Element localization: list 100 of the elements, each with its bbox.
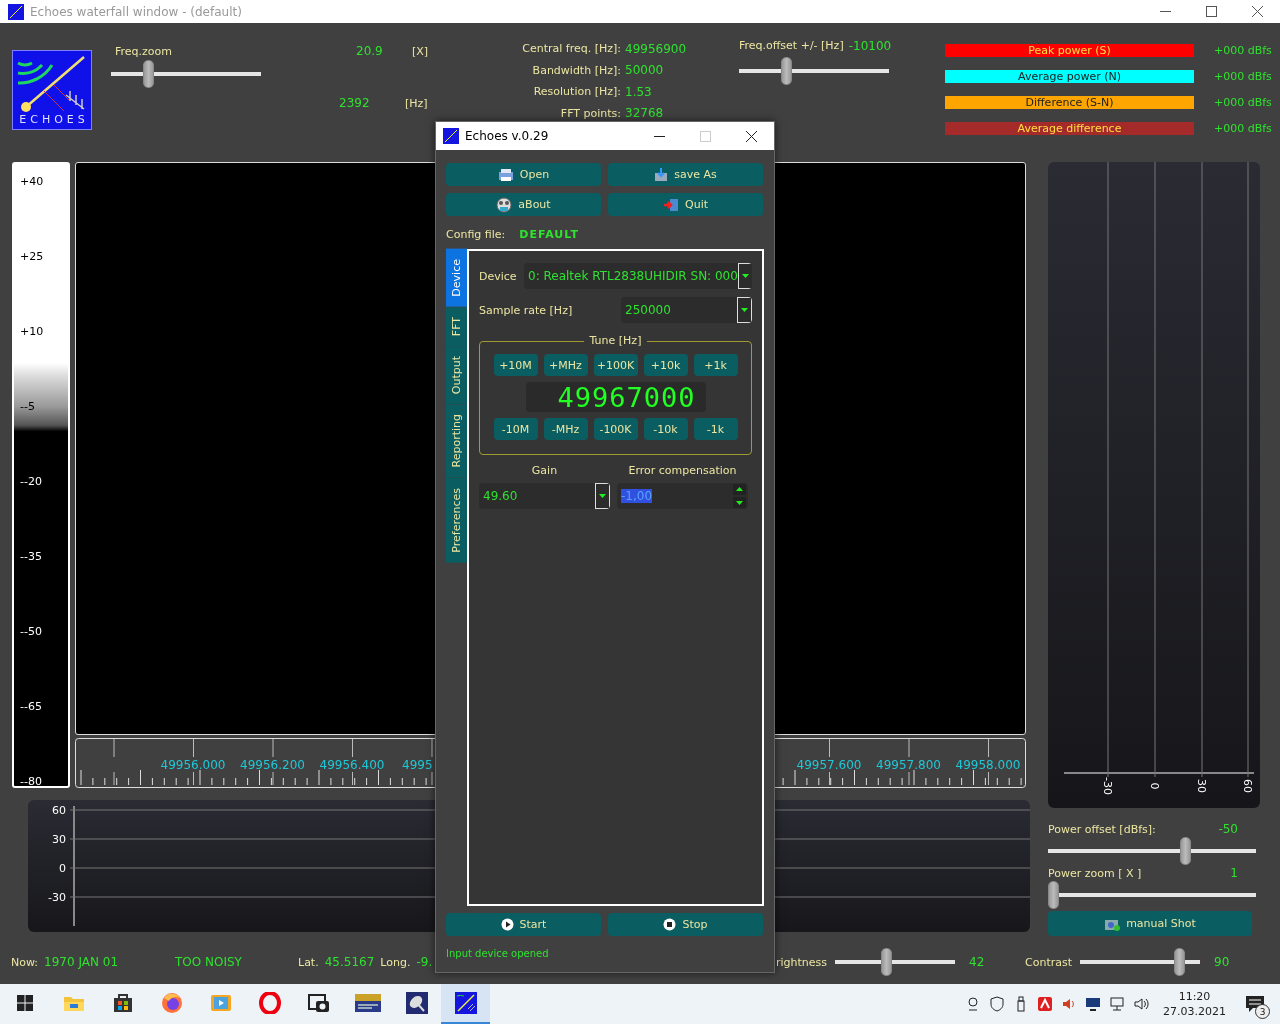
clock-date: 27.03.2021 bbox=[1163, 1004, 1226, 1019]
printer-icon bbox=[497, 167, 514, 182]
tune-down-button[interactable]: -MHz bbox=[543, 418, 588, 440]
power-offset-label: Power offset [dBfs]: bbox=[1048, 822, 1156, 836]
power-zoom-label: Power zoom [ X ] bbox=[1048, 866, 1142, 880]
dropdown-icon bbox=[741, 308, 748, 312]
run-button[interactable]: Stop bbox=[608, 913, 763, 936]
settings-tab[interactable]: FFT bbox=[446, 306, 467, 346]
legend-bar: Average difference bbox=[945, 122, 1194, 135]
now-value: 1970 JAN 01 bbox=[44, 955, 118, 969]
tune-down-button[interactable]: -10M bbox=[493, 418, 538, 440]
axis-label: 49957.600 bbox=[796, 758, 862, 772]
scale-label: --80 bbox=[20, 774, 43, 790]
satellite-dish-icon bbox=[405, 992, 428, 1014]
dialog-button[interactable]: Open bbox=[446, 163, 601, 186]
axis-label: 60 bbox=[1241, 779, 1254, 793]
volume-icon[interactable] bbox=[1133, 996, 1149, 1012]
tune-up-button[interactable]: +1k bbox=[693, 354, 738, 376]
device-label: Device bbox=[479, 269, 517, 283]
tune-up-button[interactable]: +10k bbox=[643, 354, 688, 376]
power-offset-value: -50 bbox=[1218, 822, 1238, 836]
settings-tab[interactable]: Preferences bbox=[446, 477, 467, 563]
play-icon bbox=[500, 918, 514, 931]
spin-up-icon[interactable] bbox=[733, 484, 746, 495]
axis-label: 49958.000 bbox=[955, 758, 1021, 772]
contrast-slider-thumb[interactable] bbox=[1173, 948, 1185, 976]
network-icon[interactable] bbox=[1109, 996, 1125, 1012]
freq-offset-slider-thumb[interactable] bbox=[780, 57, 792, 85]
run-button[interactable]: Start bbox=[446, 913, 601, 936]
taskbar-app[interactable] bbox=[441, 984, 490, 1024]
freq-offset-label: Freq.offset +/- [Hz] bbox=[739, 39, 844, 53]
download-icon bbox=[654, 167, 669, 182]
dialog-status: Input device opened bbox=[446, 948, 550, 959]
brightness-slider-thumb[interactable] bbox=[880, 948, 892, 976]
close-icon[interactable] bbox=[1252, 6, 1263, 17]
scale-label: --20 bbox=[20, 474, 43, 490]
config-file-label: Config file: bbox=[446, 227, 506, 241]
error-compensation-label: Error compensation bbox=[627, 464, 738, 477]
shield-icon[interactable] bbox=[989, 996, 1005, 1012]
freq-zoom-slider-thumb[interactable] bbox=[142, 60, 154, 88]
tune-up-button[interactable]: +MHz bbox=[543, 354, 588, 376]
tune-down-button[interactable]: -100K bbox=[593, 418, 638, 440]
info-value: 32768 bbox=[625, 106, 665, 121]
settings-tab[interactable]: Output bbox=[446, 345, 467, 405]
shopping-bag-icon bbox=[112, 993, 133, 1013]
axis-label: 49956.400 bbox=[319, 758, 385, 772]
tune-down-button[interactable]: -1k bbox=[693, 418, 738, 440]
hz-unit: [Hz] bbox=[405, 96, 429, 110]
legend-value: +000 dBfs bbox=[1214, 96, 1272, 109]
y-axis-label: -30 bbox=[48, 891, 66, 904]
camera-icon bbox=[307, 993, 330, 1013]
settings-tab[interactable]: Device bbox=[446, 249, 467, 307]
windows-icon bbox=[16, 995, 33, 1011]
noise-status: TOO NOISY bbox=[175, 955, 242, 969]
dropdown-icon bbox=[741, 274, 749, 278]
freq-zoom-label: Freq.zoom bbox=[114, 44, 173, 58]
echoes-app-icon bbox=[454, 992, 477, 1014]
axis-label: 49956.200 bbox=[240, 758, 305, 772]
legend-value: +000 dBfs bbox=[1214, 44, 1272, 57]
webcam-icon[interactable] bbox=[965, 996, 981, 1012]
spin-down-icon[interactable] bbox=[733, 497, 746, 508]
dialog-button[interactable]: Quit bbox=[608, 193, 763, 216]
info-value: 50000 bbox=[625, 63, 665, 78]
radio-app-icon bbox=[354, 993, 381, 1013]
tune-up-button[interactable]: +10M bbox=[493, 354, 538, 376]
tune-down-button[interactable]: -10k bbox=[643, 418, 688, 440]
power-zoom-slider-thumb[interactable] bbox=[1048, 881, 1059, 909]
manual-shot-button[interactable]: manual Shot bbox=[1048, 911, 1252, 936]
scale-label: --50 bbox=[20, 624, 43, 640]
gain-select[interactable]: 49.60 bbox=[479, 483, 610, 509]
logo-text: ECHOES bbox=[19, 113, 89, 126]
antivirus-icon[interactable] bbox=[1037, 996, 1053, 1012]
device-select[interactable]: 0: Realtek RTL2838UHIDIR SN: 000 bbox=[524, 263, 752, 289]
maximize-icon[interactable] bbox=[1206, 6, 1217, 17]
axis-label: 49957.800 bbox=[876, 758, 941, 772]
info-label: Resolution [Hz]: bbox=[532, 85, 621, 99]
stop-icon bbox=[663, 918, 677, 931]
monitor-icon[interactable] bbox=[1085, 996, 1101, 1012]
close-icon[interactable] bbox=[746, 130, 757, 142]
power-offset-slider-thumb[interactable] bbox=[1180, 837, 1191, 865]
gain-label: Gain bbox=[530, 464, 559, 477]
folder-icon bbox=[62, 994, 85, 1012]
info-label: FFT points: bbox=[559, 106, 621, 120]
legend-value: +000 dBfs bbox=[1214, 70, 1272, 83]
contrast-value: 90 bbox=[1214, 955, 1230, 969]
clock-time: 11:20 bbox=[1178, 989, 1211, 1004]
scale-label: +40 bbox=[20, 174, 45, 190]
dropdown-icon bbox=[599, 494, 606, 498]
tune-up-button[interactable]: +100K bbox=[593, 354, 638, 376]
exit-icon bbox=[663, 197, 679, 212]
scale-label: --5 bbox=[20, 399, 36, 415]
settings-tab[interactable]: Reporting bbox=[446, 404, 467, 478]
scale-label: +25 bbox=[20, 249, 45, 265]
speaker-icon[interactable] bbox=[1061, 996, 1077, 1012]
dialog-button[interactable]: aBout bbox=[446, 193, 601, 216]
legend-value: +000 dBfs bbox=[1214, 122, 1272, 135]
dialog-button[interactable]: save As bbox=[608, 163, 763, 186]
sample-rate-select[interactable]: 250000 bbox=[621, 297, 752, 323]
info-label: Bandwidth [Hz]: bbox=[531, 63, 621, 77]
config-file-value: DEFAULT bbox=[519, 227, 579, 241]
